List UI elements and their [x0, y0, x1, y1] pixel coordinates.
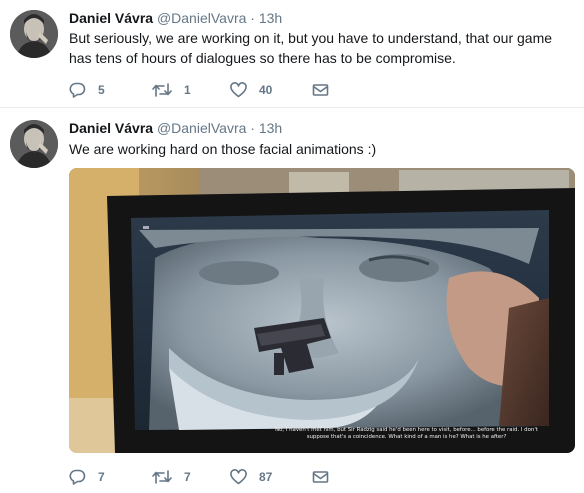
like-count: 40	[259, 83, 273, 97]
photo-of-monitor	[69, 168, 575, 453]
tweet-header: Daniel Vávra @DanielVavra · 13h	[69, 119, 282, 137]
author-handle[interactable]: @DanielVavra	[157, 10, 246, 26]
tweet-header: Daniel Vávra @DanielVavra · 13h	[69, 9, 282, 27]
like-button[interactable]: 87	[230, 469, 312, 485]
direct-message-icon	[312, 471, 329, 483]
direct-message-icon	[312, 84, 329, 96]
avatar[interactable]	[10, 10, 58, 58]
reply-icon	[69, 82, 86, 98]
retweet-button[interactable]: 7	[152, 469, 230, 485]
tweet-text: We are working hard on those facial anim…	[69, 141, 377, 157]
retweet-count: 7	[184, 470, 191, 484]
tweet[interactable]: Daniel Vávra @DanielVavra · 13h But seri…	[0, 0, 584, 108]
media-photo[interactable]: No, I haven't met him, but Sir Radzig sa…	[69, 168, 575, 453]
retweet-button[interactable]: 1	[152, 82, 230, 98]
author-name[interactable]: Daniel Vávra	[69, 120, 153, 136]
reply-count: 5	[98, 83, 105, 97]
retweet-icon	[152, 83, 172, 97]
direct-message-button[interactable]	[312, 469, 329, 485]
like-icon	[230, 469, 247, 485]
reply-icon	[69, 469, 86, 485]
reply-button[interactable]: 5	[69, 82, 152, 98]
reply-count: 7	[98, 470, 105, 484]
separator-dot: ·	[250, 10, 255, 26]
reply-button[interactable]: 7	[69, 469, 152, 485]
tweet[interactable]: Daniel Vávra @DanielVavra · 13h We are w…	[0, 108, 584, 493]
tweet-text: But seriously, we are working on it, but…	[69, 30, 553, 66]
author-name[interactable]: Daniel Vávra	[69, 10, 153, 26]
like-count: 87	[259, 470, 273, 484]
tweet-actions: 5 1 40	[69, 80, 329, 100]
like-button[interactable]: 40	[230, 82, 312, 98]
timestamp[interactable]: 13h	[259, 120, 282, 136]
retweet-count: 1	[184, 83, 191, 97]
avatar[interactable]	[10, 120, 58, 168]
separator-dot: ·	[250, 120, 255, 136]
game-subtitle: No, I haven't met him, but Sir Radzig sa…	[275, 427, 538, 440]
retweet-icon	[152, 470, 172, 484]
author-handle[interactable]: @DanielVavra	[157, 120, 246, 136]
timestamp[interactable]: 13h	[259, 10, 282, 26]
like-icon	[230, 82, 247, 98]
tweet-actions: 7 7 87	[69, 467, 329, 487]
direct-message-button[interactable]	[312, 82, 329, 98]
